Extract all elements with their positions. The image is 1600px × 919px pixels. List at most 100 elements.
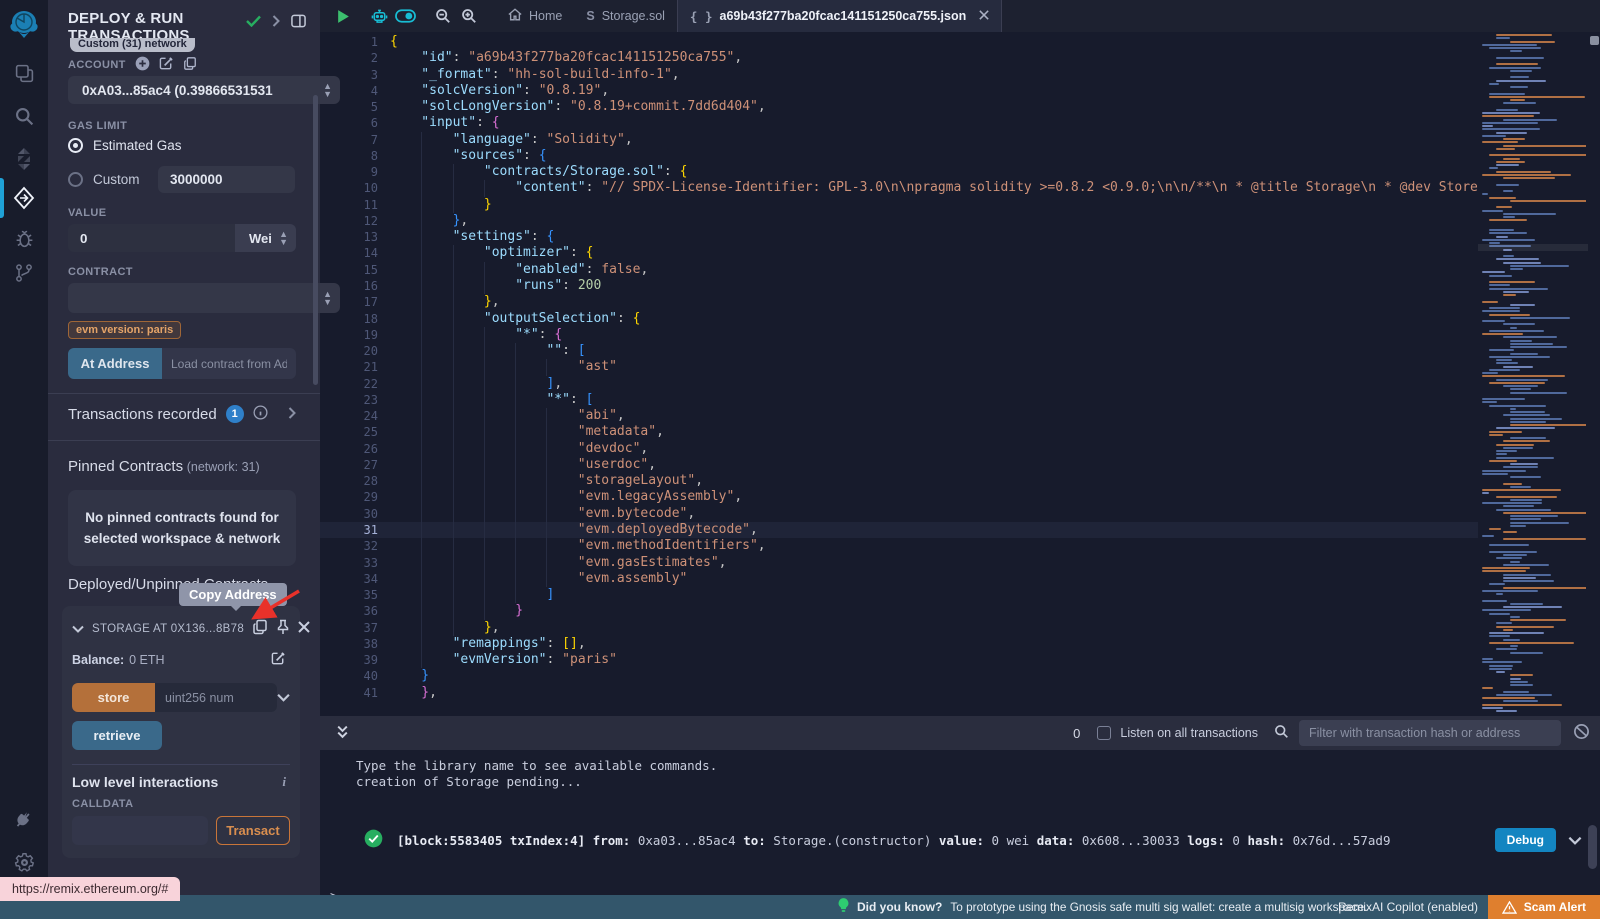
transact-button[interactable]: Transact [216,816,290,845]
store-arg-input[interactable] [155,683,277,712]
tab-home[interactable]: Home [496,0,574,32]
info-icon[interactable] [253,405,268,423]
code-line: "runs": 200 [390,278,1478,294]
minimap-row [1480,297,1586,299]
estimated-gas-radio[interactable] [68,138,83,153]
minimap-row [1496,671,1505,673]
code-editor[interactable]: 1234567891011121314151617181920212223242… [320,32,1600,716]
low-level-info-icon[interactable]: i [282,774,286,790]
minimap-row [1510,388,1531,390]
edit-account-icon[interactable] [159,56,174,74]
contract-label: CONTRACT [68,266,296,278]
search-icon[interactable] [0,99,48,133]
minimap-row [1482,492,1489,494]
tx-recorded-chevron-icon[interactable] [288,407,296,422]
minimap-row [1510,561,1520,563]
close-tab-icon[interactable] [979,9,989,23]
tx-expand-chevron-icon[interactable] [1568,833,1582,848]
editor-scrollbar-thumb[interactable] [1590,36,1599,45]
minimap-row [1496,457,1554,459]
git-icon[interactable] [0,256,48,290]
editor-scrollbar[interactable] [1588,34,1600,716]
minimap-row [1510,200,1586,202]
copilot-status[interactable]: RemixAI Copilot (enabled) [1338,900,1478,914]
file-explorer-icon[interactable] [0,56,48,90]
minimap-row [1510,268,1523,270]
line-number: 11 [320,197,378,213]
custom-gas-radio[interactable] [68,172,83,187]
minimap-row [1489,613,1510,615]
code-line: "enabled": false, [390,262,1478,278]
ai-assistant-icon[interactable] [366,3,392,29]
line-number: 39 [320,652,378,668]
retrieve-button[interactable]: retrieve [72,721,162,750]
deploy-run-icon[interactable] [0,181,48,215]
minimap-row [1496,450,1517,452]
plugin-manager-icon[interactable] [0,803,48,837]
value-unit-select[interactable]: Wei▲▼ [235,224,296,252]
debugger-icon[interactable] [0,221,48,255]
zoom-out-icon[interactable] [430,3,456,29]
panel-scrollbar[interactable] [313,95,318,385]
minimap-row [1503,216,1515,218]
value-label: VALUE [68,207,296,219]
line-number: 27 [320,457,378,473]
minimap-row [1496,184,1519,186]
minimap-row [1482,567,1530,569]
value-input[interactable] [68,224,235,252]
minimap-row [1480,655,1586,657]
contract-select[interactable]: ▲▼ [68,283,340,313]
tx-filter-input[interactable] [1299,720,1561,746]
settings-gear-icon[interactable] [0,845,48,879]
tab-json-active[interactable]: { } a69b43f277ba20fcac141151250ca755.jso… [677,0,1002,32]
calldata-input[interactable] [72,816,208,845]
minimap-row [1489,434,1503,436]
debug-button[interactable]: Debug [1495,828,1556,852]
minimap-row [1482,141,1518,143]
evm-version-badge: evm version: paris [68,321,181,339]
terminal-search-icon[interactable] [1274,724,1289,742]
tx-log-line[interactable]: [block:5583405 txIndex:4] from: 0xa03...… [397,833,1390,848]
solidity-compiler-icon[interactable] [0,142,48,176]
main-area: Home S Storage.sol { } a69b43f277ba20fca… [320,0,1600,895]
edit-balance-icon[interactable] [271,651,286,669]
panel-expand-chevron-icon[interactable] [272,15,280,30]
scam-alert-button[interactable]: Scam Alert [1488,895,1600,919]
minimap-row [1480,203,1586,205]
tab-storage-sol[interactable]: S Storage.sol [574,0,677,32]
clear-console-icon[interactable] [1573,723,1590,743]
at-address-button[interactable]: At Address [68,348,162,379]
collapse-chevron-icon[interactable] [72,621,84,636]
terminal-collapse-icon[interactable] [336,725,349,742]
terminal[interactable]: Type the library name to see available c… [320,750,1600,895]
store-button[interactable]: store [72,683,155,712]
account-select[interactable]: 0xA03...85ac4 (0.39866531531 ▲▼ [68,76,340,104]
copy-account-icon[interactable] [183,56,197,74]
minimap-row [1503,554,1527,556]
line-number: 24 [320,408,378,424]
minimap-row [1489,47,1541,49]
minimap-row [1496,427,1555,429]
minimap-row [1496,359,1512,361]
copilot-toggle-icon[interactable] [392,3,418,29]
line-number: 20 [320,343,378,359]
custom-gas-input[interactable] [158,166,295,193]
balance-label: Balance: [72,653,124,667]
pin-panel-icon[interactable] [291,14,306,31]
minimap-row [1489,528,1501,530]
active-plugin-indicator [0,178,4,218]
zoom-in-icon[interactable] [456,3,482,29]
at-address-input[interactable] [162,348,296,379]
run-script-play-icon[interactable] [330,3,356,29]
minimap-row [1480,226,1586,228]
listen-all-checkbox[interactable] [1097,726,1111,740]
minimap[interactable] [1480,34,1586,716]
stepper-icon: ▲▼ [323,290,332,306]
terminal-scrollbar[interactable] [1588,825,1597,869]
minimap-row [1496,236,1508,238]
remix-logo-icon[interactable] [0,6,48,44]
minimap-row [1482,320,1505,322]
remove-contract-icon[interactable] [298,621,310,636]
add-account-icon[interactable] [135,56,150,74]
expand-args-chevron-icon[interactable] [277,690,290,705]
